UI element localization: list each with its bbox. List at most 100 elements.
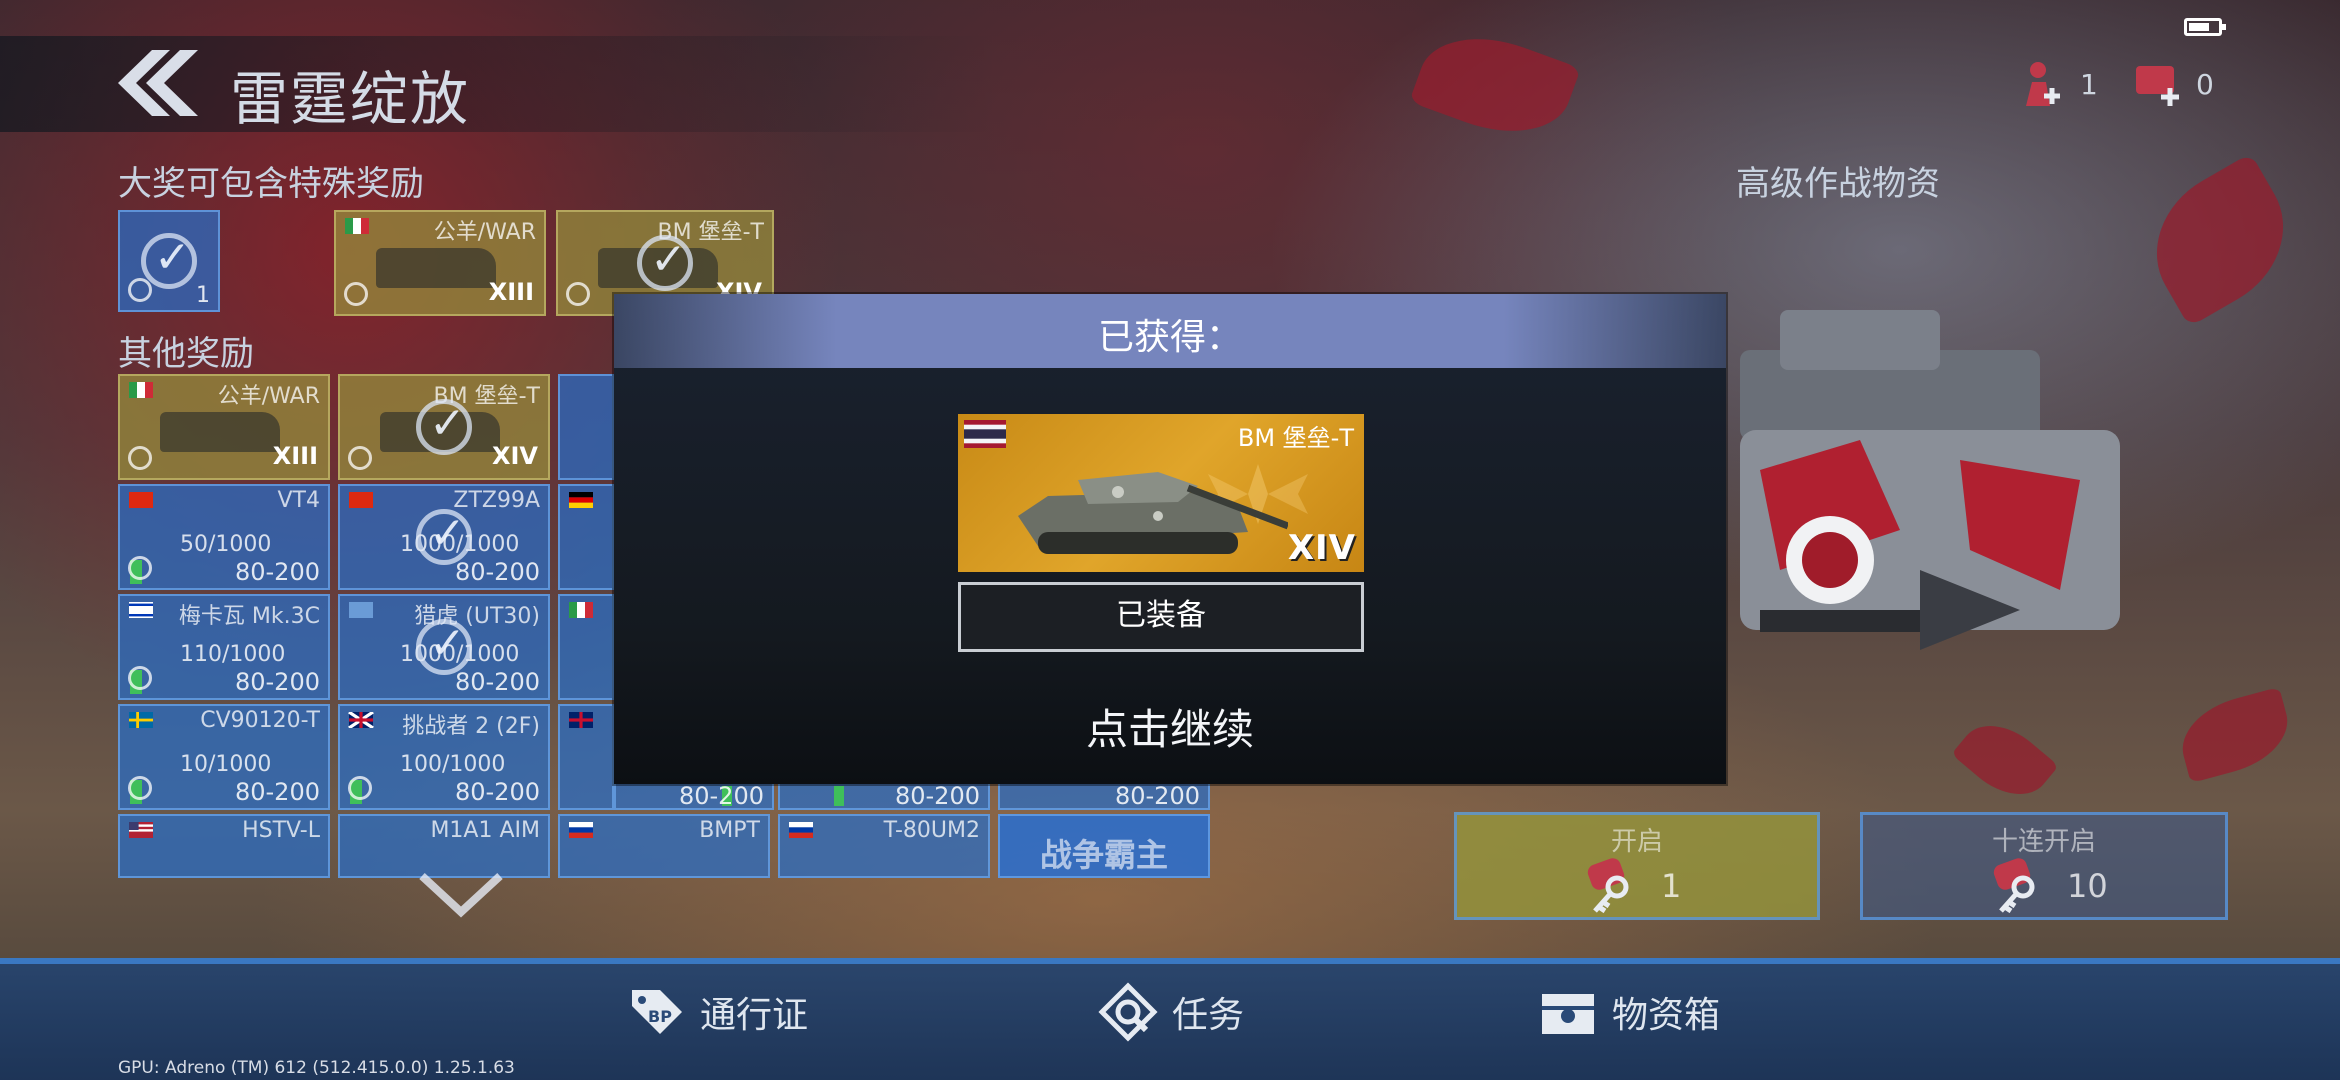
reward-name: 战争霸主 — [1039, 836, 1168, 874]
reward-name: T-80UM2 — [883, 818, 980, 843]
zoom-icon — [128, 446, 152, 470]
reward-name: ZTZ99A — [453, 488, 540, 513]
reward-obtained-dialog[interactable]: 已获得： BM 堡垒-T XIV 已装备 点击继续 — [614, 294, 1726, 784]
progress-bar — [834, 786, 844, 806]
battery-icon — [2184, 18, 2226, 36]
zoom-icon — [128, 556, 152, 580]
chevron-down-icon[interactable] — [416, 870, 506, 920]
background-petal — [1409, 17, 1581, 153]
germany-flag-icon — [569, 492, 593, 508]
reward-tile[interactable]: M1A1 AIM — [338, 814, 550, 878]
reward-tile[interactable]: HSTV-L — [118, 814, 330, 878]
equipped-button[interactable]: 已装备 — [958, 582, 1364, 652]
open-ten-button[interactable]: 十连开启 10 — [1860, 812, 2228, 920]
reward-progress: 110/1000 — [180, 642, 286, 667]
reward-tile[interactable]: ZTZ99A 1000/1000 80-200 — [338, 484, 550, 590]
china-flag-icon — [349, 492, 373, 508]
reward-tile-partial[interactable]: 80-200 — [998, 784, 1210, 810]
nav-battle-pass-label: 通行证 — [700, 995, 809, 1036]
key-icon — [1587, 858, 1629, 914]
tier-badge: XIII — [272, 442, 318, 470]
vehicle-reward-card[interactable]: BM 堡垒-T XIV — [958, 414, 1364, 572]
reward-tile[interactable]: BMPT — [558, 814, 770, 878]
israel-flag-icon — [129, 602, 153, 618]
reward-tile-partial[interactable] — [558, 374, 614, 480]
crate-title: 高级作战物资 — [1736, 164, 1940, 204]
uk-flag-icon — [569, 712, 593, 728]
reward-range: 80-200 — [454, 668, 540, 696]
double-chevron-left-icon[interactable] — [114, 50, 198, 116]
nav-battle-pass[interactable]: BP 通行证 — [626, 982, 808, 1042]
reward-tile[interactable]: 公羊/WAR XIII — [334, 210, 546, 316]
tank-showcase-image — [1740, 310, 2120, 650]
zoom-icon — [128, 278, 152, 302]
zoom-icon — [566, 282, 590, 306]
reward-range: 80-200 — [234, 778, 320, 806]
tank-image — [1018, 472, 1288, 554]
zoom-icon — [128, 776, 152, 800]
special-reward-tile[interactable]: 1 — [118, 210, 220, 312]
tank-image — [160, 412, 280, 452]
tasks-magnifier-icon — [1098, 982, 1158, 1042]
reward-tile[interactable]: VT4 50/1000 80-200 — [118, 484, 330, 590]
medal-plus-icon — [2136, 66, 2179, 106]
reward-progress: 100/1000 — [400, 752, 506, 777]
other-rewards-title: 其他奖励 — [118, 334, 254, 374]
owned-check-icon — [416, 508, 472, 565]
crate-box-icon — [1542, 994, 1594, 1034]
reward-tile[interactable]: T-80UM2 — [778, 814, 990, 878]
open-ten-count: 10 — [2067, 867, 2108, 905]
background-petal — [1951, 708, 2059, 812]
reward-tile-partial[interactable] — [558, 704, 614, 810]
zoom-icon — [128, 666, 152, 690]
open-crate-button[interactable]: 开启 1 — [1454, 812, 1820, 920]
nav-crates-label: 物资箱 — [1612, 995, 1721, 1036]
reward-tile[interactable]: 战争霸主 — [998, 814, 1210, 878]
sweden-flag-icon — [129, 712, 153, 728]
battle-pass-tag-text: BP — [648, 1007, 672, 1026]
reward-tile-partial[interactable]: 80-200 — [614, 784, 774, 810]
reward-name: HSTV-L — [242, 818, 320, 843]
resource-b-value: 0 — [2196, 67, 2214, 101]
reward-tile[interactable]: BM 堡垒-T XIV — [338, 374, 550, 480]
reward-range: 80-200 — [894, 784, 980, 810]
owned-check-icon — [141, 232, 197, 289]
italy-flag-icon — [345, 218, 369, 234]
reward-tile[interactable]: 挑战者 2 (2F) 100/1000 80-200 — [338, 704, 550, 810]
battle-pass-tag-icon: BP — [632, 990, 682, 1034]
italy-flag-icon — [129, 382, 153, 398]
reward-tile-partial[interactable] — [558, 484, 614, 590]
reward-count: 1 — [196, 283, 210, 308]
nav-tasks[interactable]: 任务 — [1098, 982, 1244, 1042]
reward-name: 梅卡瓦 Mk.3C — [178, 604, 320, 629]
reward-name: 公羊/WAR — [217, 384, 320, 409]
usa-flag-icon — [129, 822, 153, 838]
nav-crates[interactable]: 物资箱 — [1538, 982, 1720, 1042]
reward-tile[interactable]: 公羊/WAR XIII — [118, 374, 330, 480]
owned-check-icon — [416, 618, 472, 675]
reward-tile[interactable]: 梅卡瓦 Mk.3C 110/1000 80-200 — [118, 594, 330, 700]
china-flag-icon — [129, 492, 153, 508]
resource-a-value: 1 — [2080, 67, 2098, 101]
nav-tasks-label: 任务 — [1172, 995, 1245, 1036]
russia-flag-icon — [569, 822, 593, 838]
resource-counter-a: 1 — [2016, 58, 2098, 110]
reward-tile[interactable]: CV90120-T 10/1000 80-200 — [118, 704, 330, 810]
italy-flag-icon — [569, 602, 593, 618]
reward-tile-partial[interactable] — [558, 594, 614, 700]
uk-flag-icon — [348, 712, 374, 728]
zoom-icon — [348, 446, 372, 470]
reward-name: 挑战者 2 (2F) — [402, 714, 540, 739]
reward-name: 公羊/WAR — [433, 220, 536, 245]
open-count: 1 — [1661, 867, 1682, 905]
reward-tile-partial[interactable]: 80-200 — [778, 784, 990, 810]
owned-check-icon — [637, 234, 693, 291]
reward-tile[interactable]: 猎虎 (UT30) 1000/1000 80-200 — [338, 594, 550, 700]
soldier-plus-icon — [2026, 62, 2060, 106]
reward-name: M1A1 AIM — [430, 818, 540, 843]
tap-to-continue[interactable]: 点击继续 — [614, 696, 1726, 757]
owned-check-icon — [416, 398, 472, 455]
background-petal — [2172, 686, 2298, 784]
reward-progress: 10/1000 — [180, 752, 272, 777]
thailand-flag-icon — [964, 420, 1006, 448]
